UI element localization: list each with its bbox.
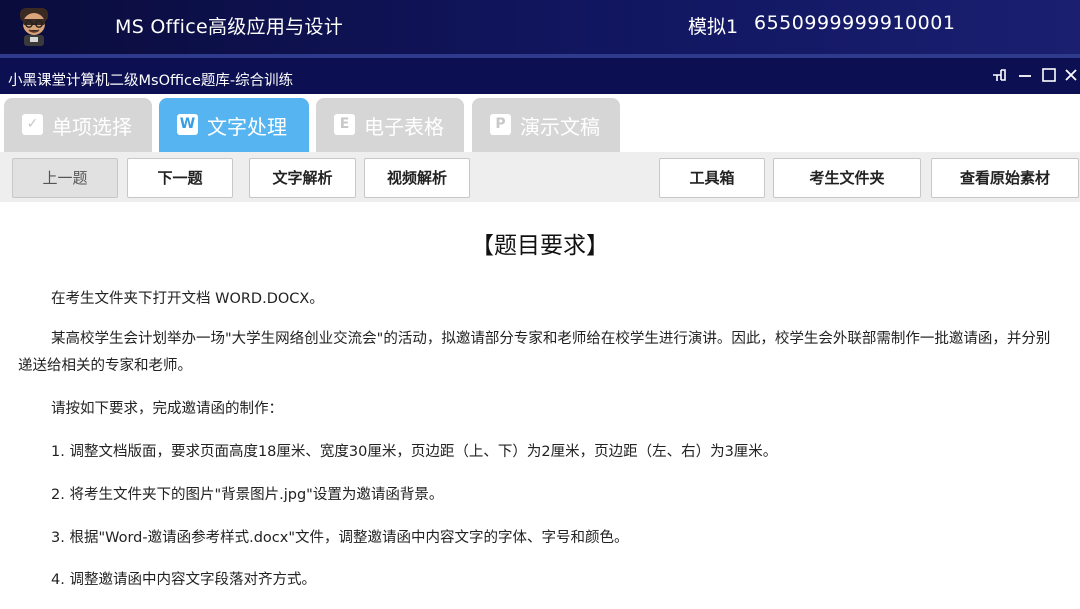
- exam-id: 6550999999910001: [754, 12, 956, 34]
- requirement-item: 1. 调整文档版面，要求页面高度18厘米、宽度30厘米，页边距（上、下）为2厘米…: [51, 444, 778, 460]
- minimize-icon[interactable]: [1016, 66, 1034, 84]
- avatar: [20, 8, 48, 46]
- exam-label: 模拟1: [688, 16, 739, 38]
- paragraph: 在考生文件夹下打开文档 WORD.DOCX。: [51, 291, 324, 307]
- toolbar: 上一题 下一题 文字解析 视频解析 工具箱 考生文件夹 查看原始素材: [0, 152, 1080, 202]
- tab-presentation[interactable]: P 演示文稿: [472, 98, 620, 152]
- question-content: 【题目要求】 在考生文件夹下打开文档 WORD.DOCX。 某高校学生会计划举办…: [0, 202, 1080, 609]
- requirement-item: 2. 将考生文件夹下的图片"背景图片.jpg"设置为邀请函背景。: [51, 487, 444, 503]
- window-title: 小黑课堂计算机二级MsOffice题库-综合训练: [8, 73, 294, 89]
- paragraph: 某高校学生会计划举办一场"大学生网络创业交流会"的活动，拟邀请部分专家和老师给在…: [18, 331, 1051, 374]
- app-title: MS Office高级应用与设计: [115, 16, 344, 38]
- question-heading: 【题目要求】: [471, 233, 609, 259]
- window-titlebar: 小黑课堂计算机二级MsOffice题库-综合训练: [0, 54, 1080, 94]
- tab-label: 文字处理: [207, 115, 287, 139]
- next-question-button[interactable]: 下一题: [127, 158, 233, 198]
- text-analysis-button[interactable]: 文字解析: [249, 158, 356, 198]
- student-folder-button[interactable]: 考生文件夹: [773, 158, 921, 198]
- close-icon[interactable]: [1062, 66, 1080, 84]
- paragraph: 请按如下要求，完成邀请函的制作：: [51, 401, 283, 417]
- word-icon: W: [177, 114, 198, 135]
- checkbox-icon: ✓: [22, 114, 43, 135]
- tab-label: 演示文稿: [520, 115, 600, 139]
- tab-label: 单项选择: [52, 115, 132, 139]
- ppt-icon: P: [490, 114, 511, 135]
- maximize-icon[interactable]: [1040, 66, 1058, 84]
- tab-spreadsheet[interactable]: E 电子表格: [316, 98, 464, 152]
- tab-single-choice[interactable]: ✓ 单项选择: [4, 98, 152, 152]
- tab-word-processing[interactable]: W 文字处理: [159, 98, 309, 152]
- video-analysis-button[interactable]: 视频解析: [364, 158, 470, 198]
- excel-icon: E: [334, 114, 355, 135]
- prev-question-button[interactable]: 上一题: [12, 158, 118, 198]
- pin-icon[interactable]: [990, 66, 1008, 84]
- tab-label: 电子表格: [364, 115, 444, 139]
- app-banner: MS Office高级应用与设计 模拟1 6550999999910001: [0, 0, 1080, 54]
- requirement-item: 4. 调整邀请函中内容文字段落对齐方式。: [51, 572, 316, 588]
- view-material-button[interactable]: 查看原始素材: [931, 158, 1079, 198]
- requirement-item: 3. 根据"Word-邀请函参考样式.docx"文件，调整邀请函中内容文字的字体…: [51, 530, 629, 546]
- question-type-tabs: ✓ 单项选择 W 文字处理 E 电子表格 P 演示文稿: [0, 94, 1080, 152]
- toolbox-button[interactable]: 工具箱: [659, 158, 765, 198]
